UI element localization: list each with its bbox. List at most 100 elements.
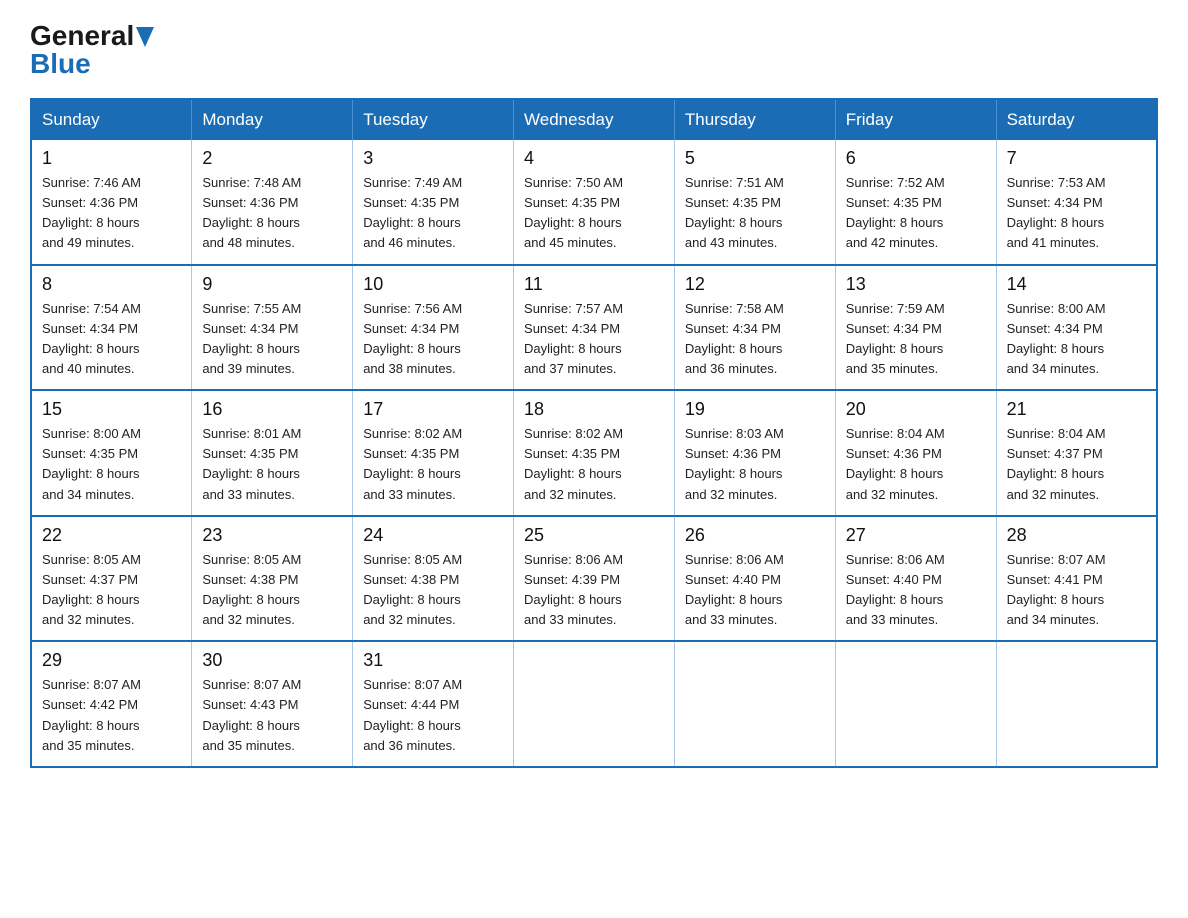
calendar-cell: 23Sunrise: 8:05 AMSunset: 4:38 PMDayligh…	[192, 516, 353, 642]
day-number: 31	[363, 650, 503, 671]
day-number: 27	[846, 525, 986, 546]
day-number: 2	[202, 148, 342, 169]
calendar-cell: 9 Sunrise: 7:55 AMSunset: 4:34 PMDaylight…	[192, 265, 353, 391]
calendar-cell: 5 Sunrise: 7:51 AMSunset: 4:35 PMDaylight…	[674, 140, 835, 265]
calendar-cell: 12 Sunrise: 7:58 AMSunset: 4:34 PMDayligh…	[674, 265, 835, 391]
day-number: 8	[42, 274, 181, 295]
logo-triangle-icon	[136, 27, 154, 47]
calendar-cell	[514, 641, 675, 767]
day-info: Sunrise: 8:06 AMSunset: 4:40 PMDaylight:…	[846, 550, 986, 631]
day-number: 17	[363, 399, 503, 420]
day-number: 30	[202, 650, 342, 671]
calendar-cell: 3 Sunrise: 7:49 AMSunset: 4:35 PMDaylight…	[353, 140, 514, 265]
day-header-tuesday: Tuesday	[353, 99, 514, 140]
calendar-cell: 26 Sunrise: 8:06 AMSunset: 4:40 PMDayligh…	[674, 516, 835, 642]
calendar-cell: 24 Sunrise: 8:05 AMSunset: 4:38 PMDayligh…	[353, 516, 514, 642]
day-number: 25	[524, 525, 664, 546]
calendar-cell: 27 Sunrise: 8:06 AMSunset: 4:40 PMDayligh…	[835, 516, 996, 642]
day-number: 10	[363, 274, 503, 295]
calendar-cell: 16 Sunrise: 8:01 AMSunset: 4:35 PMDayligh…	[192, 390, 353, 516]
calendar-cell	[996, 641, 1157, 767]
day-number: 28	[1007, 525, 1146, 546]
day-info: Sunrise: 8:05 AMSunset: 4:37 PMDaylight:…	[42, 550, 181, 631]
day-info: Sunrise: 8:06 AMSunset: 4:39 PMDaylight:…	[524, 550, 664, 631]
week-row-1: 1 Sunrise: 7:46 AMSunset: 4:36 PMDaylight…	[31, 140, 1157, 265]
day-info: Sunrise: 7:56 AMSunset: 4:34 PMDaylight:…	[363, 299, 503, 380]
day-number: 29	[42, 650, 181, 671]
day-info: Sunrise: 8:03 AMSunset: 4:36 PMDaylight:…	[685, 424, 825, 505]
day-number: 13	[846, 274, 986, 295]
calendar-cell: 25 Sunrise: 8:06 AMSunset: 4:39 PMDayligh…	[514, 516, 675, 642]
day-info: Sunrise: 8:02 AMSunset: 4:35 PMDaylight:…	[524, 424, 664, 505]
day-info: Sunrise: 8:07 AMSunset: 4:43 PMDaylight:…	[202, 675, 342, 756]
day-header-thursday: Thursday	[674, 99, 835, 140]
week-row-2: 8 Sunrise: 7:54 AMSunset: 4:34 PMDaylight…	[31, 265, 1157, 391]
calendar-cell: 10 Sunrise: 7:56 AMSunset: 4:34 PMDayligh…	[353, 265, 514, 391]
logo-blue-text: Blue	[30, 48, 91, 80]
calendar-cell: 17 Sunrise: 8:02 AMSunset: 4:35 PMDayligh…	[353, 390, 514, 516]
calendar-cell: 22Sunrise: 8:05 AMSunset: 4:37 PMDayligh…	[31, 516, 192, 642]
day-number: 12	[685, 274, 825, 295]
day-header-saturday: Saturday	[996, 99, 1157, 140]
calendar-cell: 20 Sunrise: 8:04 AMSunset: 4:36 PMDayligh…	[835, 390, 996, 516]
calendar-cell: 14 Sunrise: 8:00 AMSunset: 4:34 PMDayligh…	[996, 265, 1157, 391]
day-number: 23	[202, 525, 342, 546]
day-header-monday: Monday	[192, 99, 353, 140]
calendar-cell	[835, 641, 996, 767]
calendar-cell: 4 Sunrise: 7:50 AMSunset: 4:35 PMDaylight…	[514, 140, 675, 265]
day-number: 18	[524, 399, 664, 420]
day-info: Sunrise: 7:46 AMSunset: 4:36 PMDaylight:…	[42, 173, 181, 254]
day-header-wednesday: Wednesday	[514, 99, 675, 140]
day-info: Sunrise: 8:05 AMSunset: 4:38 PMDaylight:…	[363, 550, 503, 631]
calendar-table: SundayMondayTuesdayWednesdayThursdayFrid…	[30, 98, 1158, 768]
day-number: 14	[1007, 274, 1146, 295]
day-number: 11	[524, 274, 664, 295]
calendar-cell: 7 Sunrise: 7:53 AMSunset: 4:34 PMDaylight…	[996, 140, 1157, 265]
day-info: Sunrise: 7:51 AMSunset: 4:35 PMDaylight:…	[685, 173, 825, 254]
calendar-cell: 6Sunrise: 7:52 AMSunset: 4:35 PMDaylight…	[835, 140, 996, 265]
calendar-cell: 11 Sunrise: 7:57 AMSunset: 4:34 PMDayligh…	[514, 265, 675, 391]
day-info: Sunrise: 7:55 AMSunset: 4:34 PMDaylight:…	[202, 299, 342, 380]
calendar-cell: 31Sunrise: 8:07 AMSunset: 4:44 PMDayligh…	[353, 641, 514, 767]
calendar-cell	[674, 641, 835, 767]
day-info: Sunrise: 8:06 AMSunset: 4:40 PMDaylight:…	[685, 550, 825, 631]
day-header-sunday: Sunday	[31, 99, 192, 140]
day-info: Sunrise: 7:48 AMSunset: 4:36 PMDaylight:…	[202, 173, 342, 254]
calendar-cell: 30 Sunrise: 8:07 AMSunset: 4:43 PMDayligh…	[192, 641, 353, 767]
day-number: 16	[202, 399, 342, 420]
day-number: 1	[42, 148, 181, 169]
day-info: Sunrise: 8:00 AMSunset: 4:34 PMDaylight:…	[1007, 299, 1146, 380]
day-number: 5	[685, 148, 825, 169]
day-number: 26	[685, 525, 825, 546]
calendar-cell: 1 Sunrise: 7:46 AMSunset: 4:36 PMDaylight…	[31, 140, 192, 265]
day-number: 20	[846, 399, 986, 420]
calendar-cell: 15Sunrise: 8:00 AMSunset: 4:35 PMDayligh…	[31, 390, 192, 516]
day-info: Sunrise: 7:58 AMSunset: 4:34 PMDaylight:…	[685, 299, 825, 380]
day-info: Sunrise: 8:04 AMSunset: 4:37 PMDaylight:…	[1007, 424, 1146, 505]
day-info: Sunrise: 8:07 AMSunset: 4:41 PMDaylight:…	[1007, 550, 1146, 631]
page-header: General Blue	[30, 20, 1158, 80]
day-info: Sunrise: 8:07 AMSunset: 4:42 PMDaylight:…	[42, 675, 181, 756]
day-number: 24	[363, 525, 503, 546]
calendar-cell: 8 Sunrise: 7:54 AMSunset: 4:34 PMDaylight…	[31, 265, 192, 391]
day-info: Sunrise: 7:57 AMSunset: 4:34 PMDaylight:…	[524, 299, 664, 380]
day-number: 7	[1007, 148, 1146, 169]
day-info: Sunrise: 7:52 AMSunset: 4:35 PMDaylight:…	[846, 173, 986, 254]
week-row-4: 22Sunrise: 8:05 AMSunset: 4:37 PMDayligh…	[31, 516, 1157, 642]
day-info: Sunrise: 8:04 AMSunset: 4:36 PMDaylight:…	[846, 424, 986, 505]
day-info: Sunrise: 8:01 AMSunset: 4:35 PMDaylight:…	[202, 424, 342, 505]
day-header-friday: Friday	[835, 99, 996, 140]
day-number: 3	[363, 148, 503, 169]
day-number: 9	[202, 274, 342, 295]
week-row-3: 15Sunrise: 8:00 AMSunset: 4:35 PMDayligh…	[31, 390, 1157, 516]
day-info: Sunrise: 8:00 AMSunset: 4:35 PMDaylight:…	[42, 424, 181, 505]
calendar-cell: 29 Sunrise: 8:07 AMSunset: 4:42 PMDayligh…	[31, 641, 192, 767]
calendar-cell: 19 Sunrise: 8:03 AMSunset: 4:36 PMDayligh…	[674, 390, 835, 516]
day-info: Sunrise: 7:49 AMSunset: 4:35 PMDaylight:…	[363, 173, 503, 254]
day-info: Sunrise: 8:02 AMSunset: 4:35 PMDaylight:…	[363, 424, 503, 505]
day-number: 4	[524, 148, 664, 169]
day-info: Sunrise: 7:53 AMSunset: 4:34 PMDaylight:…	[1007, 173, 1146, 254]
day-info: Sunrise: 7:54 AMSunset: 4:34 PMDaylight:…	[42, 299, 181, 380]
day-info: Sunrise: 7:50 AMSunset: 4:35 PMDaylight:…	[524, 173, 664, 254]
day-number: 19	[685, 399, 825, 420]
